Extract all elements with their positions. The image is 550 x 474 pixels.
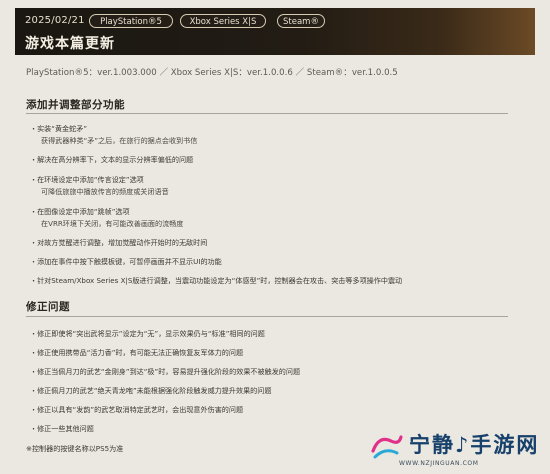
list-item: ・修正使用携带品“活力香”时，有可能无法正确恢复友军体力的问题 [30,348,244,357]
section-divider [26,316,508,317]
footnote: ※控制器的按键名称以PS5为准 [26,444,124,453]
list-item: ・在环境设定中添加“传言设定”选项 [30,175,144,184]
watermark: 宁静♪手游网 WWW.NZJINGUAN.COM [369,429,547,471]
platform-tag-xbox[interactable]: Xbox Series X|S [180,14,266,28]
version-line: PlayStation®5：ver.1.003.000 ／ Xbox Serie… [26,68,398,78]
header-banner: 2025/02/21 PlayStation®5 Xbox Series X|S… [15,8,535,55]
list-item-detail: 获得武器种类“矛”之后，在旅行的据点会收到书信 [41,136,198,145]
section-divider [26,113,508,114]
list-item: ・对故方觉醒进行调整，增加觉醒动作开始时的无敌时间 [30,238,208,247]
list-item: ・修正当佩月刀的武艺“金刚身”到达“极”时，容易提升强化阶段的效果不被触发的问题 [30,367,301,376]
release-date: 2025/02/21 [25,15,85,26]
list-item-detail: 在VRR环境下关闭，有可能改善画面的流畅度 [41,219,184,228]
list-item: ・实装“黄金蛇矛” [30,124,88,133]
list-item-detail: 可降低旅旅中播放传言的频度或关闭语音 [41,187,169,196]
watermark-logo-icon [371,435,403,459]
platform-tag-steam[interactable]: Steam® [277,14,325,28]
list-item: ・修正即使将“突出武将显示”设定为“无”，显示效果仍与“标准”相同的问题 [30,329,265,338]
list-item: ・添加在事件中按下触摸板键，可暂停画面并不显示UI的功能 [30,257,222,266]
list-item: ・修正一些其他问题 [30,424,94,433]
list-item: ・在图像设定中添加“跳帧”选项 [30,207,130,216]
watermark-url: WWW.NZJINGUAN.COM [399,460,479,467]
section-heading-features: 添加并调整部分功能 [26,99,125,111]
watermark-text: 宁静♪手游网 [409,433,540,457]
list-item: ・解决在高分辨率下，文本的显示分辨率偏低的问题 [30,155,194,164]
platform-tag-playstation[interactable]: PlayStation®5 [89,14,173,28]
list-item: ・修正佩月刀的武艺“绝天青龙咆”未能根据强化阶段触发威力提升效果的问题 [30,386,272,395]
page-title: 游戏本篇更新 [25,36,115,52]
list-item: ・针对Steam/Xbox Series X|S版进行调整，当震动功能设定为“体… [30,276,403,285]
section-heading-fixes: 修正问题 [26,301,70,313]
list-item: ・修正以具有“发韵”的武艺取消特定武艺时，会出现意外伤害的问题 [30,405,244,414]
